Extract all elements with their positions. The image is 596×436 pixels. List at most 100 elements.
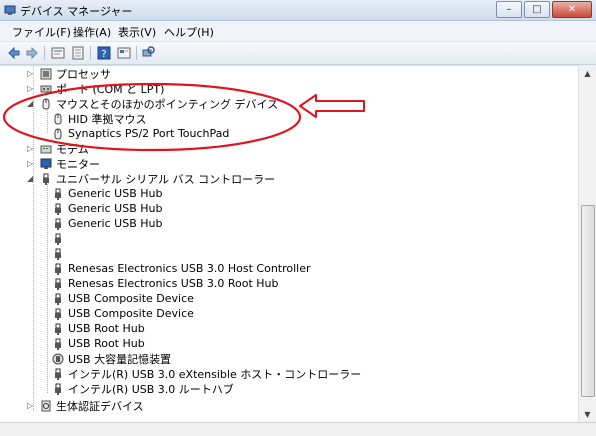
device-manager-icon	[4, 4, 16, 16]
usb-icon	[51, 247, 64, 260]
expand-arrow-icon[interactable]: ▷	[27, 145, 34, 153]
tree-device-usb[interactable]: Renesas Electronics USB 3.0 Root Hub	[51, 276, 279, 291]
scan-hardware-icon[interactable]	[140, 45, 156, 61]
tree-item-label: 生体認証デバイス	[56, 399, 144, 413]
window-title: デバイス マネージャー	[20, 5, 133, 18]
tree-guide-line	[47, 184, 48, 393]
menu-file[interactable]: ファイル(F)	[12, 24, 71, 40]
title-bar: デバイス マネージャー – □ ✕	[0, 0, 596, 21]
help-icon[interactable]: ?	[96, 45, 112, 61]
tree-device-usb[interactable]: インテル(R) USB 3.0 ルートハブ	[51, 381, 234, 396]
back-arrow-icon[interactable]	[6, 45, 22, 61]
usb-icon	[51, 217, 64, 230]
view-icon[interactable]	[116, 45, 132, 61]
tree-device-usb[interactable]	[51, 231, 68, 246]
tree-item-label: USB Root Hub	[68, 337, 145, 350]
tree-device-usb[interactable]: Generic USB Hub	[51, 216, 162, 231]
expand-arrow-icon[interactable]: ▷	[27, 70, 34, 78]
tree-device-usb[interactable]: USB Composite Device	[51, 291, 194, 306]
tree-device-usb[interactable]: USB Root Hub	[51, 336, 145, 351]
toolbar-separator	[136, 46, 137, 60]
usb-icon	[51, 292, 64, 305]
tree-item-label: プロセッサ	[56, 67, 111, 81]
window-controls: – □ ✕	[494, 1, 592, 18]
collapse-arrow-icon[interactable]: ◢	[27, 175, 34, 183]
tree-guide-line	[47, 108, 48, 133]
tree-category-usb[interactable]: ◢ ユニバーサル シリアル バス コントローラー	[27, 171, 276, 186]
expand-arrow-icon[interactable]: ▷	[27, 160, 34, 168]
tree-device-touchpad[interactable]: Synaptics PS/2 Port TouchPad	[51, 126, 229, 141]
vertical-scrollbar[interactable]: ▲ ▼	[578, 65, 596, 422]
menu-help[interactable]: ヘルプ(H)	[164, 24, 214, 40]
tree-item-label: マウスとそのほかのポインティング デバイス	[56, 97, 279, 111]
tree-item-label: ユニバーサル シリアル バス コントローラー	[56, 172, 276, 186]
usb-icon	[51, 322, 64, 335]
forward-arrow-icon[interactable]	[24, 45, 40, 61]
tree-category-modem[interactable]: ▷ モデム	[27, 141, 89, 156]
scroll-up-icon[interactable]: ▲	[579, 65, 596, 81]
tree-item-label: USB Composite Device	[68, 307, 194, 320]
tree-item-label: インテル(R) USB 3.0 eXtensible ホスト・コントローラー	[68, 367, 362, 381]
update-driver-icon[interactable]	[70, 45, 86, 61]
usb-icon	[51, 382, 64, 395]
menu-view[interactable]: 表示(V)	[118, 24, 156, 40]
usb-icon	[51, 367, 64, 380]
toolbar-separator	[44, 46, 45, 60]
tree-device-hid-mouse[interactable]: HID 準拠マウス	[51, 111, 146, 126]
tree-item-label: USB Root Hub	[68, 322, 145, 335]
monitor-icon	[39, 157, 52, 170]
usb-storage-icon	[51, 352, 64, 365]
tree-item-label: モニター	[56, 157, 100, 171]
tree-category-biometric[interactable]: ▷ 生体認証デバイス	[27, 398, 144, 413]
tree-device-usb[interactable]: Renesas Electronics USB 3.0 Host Control…	[51, 261, 311, 276]
biometric-icon	[39, 399, 52, 412]
tree-device-usb[interactable]: インテル(R) USB 3.0 eXtensible ホスト・コントローラー	[51, 366, 361, 381]
tree-device-usb[interactable]: USB Root Hub	[51, 321, 145, 336]
collapse-arrow-icon[interactable]: ◢	[27, 100, 34, 108]
processor-icon	[39, 67, 52, 80]
menu-action[interactable]: 操作(A)	[73, 24, 111, 40]
tree-item-label: モデム	[56, 142, 89, 156]
tree-item-label: ポート (COM と LPT)	[56, 82, 165, 96]
tree-item-label: Generic USB Hub	[68, 187, 163, 200]
mouse-icon	[39, 97, 52, 110]
tree-item-label: Generic USB Hub	[68, 217, 163, 230]
usb-icon	[51, 262, 64, 275]
tree-category-mice[interactable]: ◢ マウスとそのほかのポインティング デバイス	[27, 96, 279, 111]
scrollbar-thumb[interactable]	[581, 205, 595, 397]
tree-item-label: Synaptics PS/2 Port TouchPad	[68, 127, 230, 140]
toolbar-separator	[90, 46, 91, 60]
toolbar: ?	[0, 42, 596, 65]
tree-device-usb[interactable]	[51, 246, 68, 261]
tree-category-processor[interactable]: ▷ プロセッサ	[27, 66, 111, 81]
usb-icon	[51, 277, 64, 290]
tree-device-usb[interactable]: Generic USB Hub	[51, 186, 162, 201]
maximize-button[interactable]: □	[524, 1, 550, 18]
tree-item-label: Generic USB Hub	[68, 202, 163, 215]
usb-icon	[51, 187, 64, 200]
tree-item-label: Renesas Electronics USB 3.0 Root Hub	[68, 277, 279, 290]
tree-device-usb-storage[interactable]: USB 大容量記憶装置	[51, 351, 171, 366]
usb-icon	[51, 307, 64, 320]
tree-item-label: USB 大容量記憶装置	[68, 352, 172, 366]
properties-icon[interactable]	[50, 45, 66, 61]
tree-guide-line	[33, 66, 34, 411]
mouse-icon	[51, 127, 64, 140]
expand-arrow-icon[interactable]: ▷	[27, 402, 34, 410]
status-bar	[0, 422, 596, 436]
tree-item-label: インテル(R) USB 3.0 ルートハブ	[68, 382, 234, 396]
usb-icon	[51, 202, 64, 215]
tree-category-monitor[interactable]: ▷ モニター	[27, 156, 100, 171]
tree-category-ports[interactable]: ▷ ポート (COM と LPT)	[27, 81, 165, 96]
scroll-down-icon[interactable]: ▼	[579, 406, 596, 422]
tree-device-usb[interactable]: USB Composite Device	[51, 306, 194, 321]
usb-icon	[51, 337, 64, 350]
svg-text:?: ?	[101, 49, 106, 60]
close-button[interactable]: ✕	[552, 1, 592, 18]
port-icon	[39, 82, 52, 95]
modem-icon	[39, 142, 52, 155]
minimize-button[interactable]: –	[496, 1, 522, 18]
menu-bar: ファイル(F) 操作(A) 表示(V) ヘルプ(H)	[0, 21, 596, 42]
expand-arrow-icon[interactable]: ▷	[27, 85, 34, 93]
tree-device-usb[interactable]: Generic USB Hub	[51, 201, 162, 216]
